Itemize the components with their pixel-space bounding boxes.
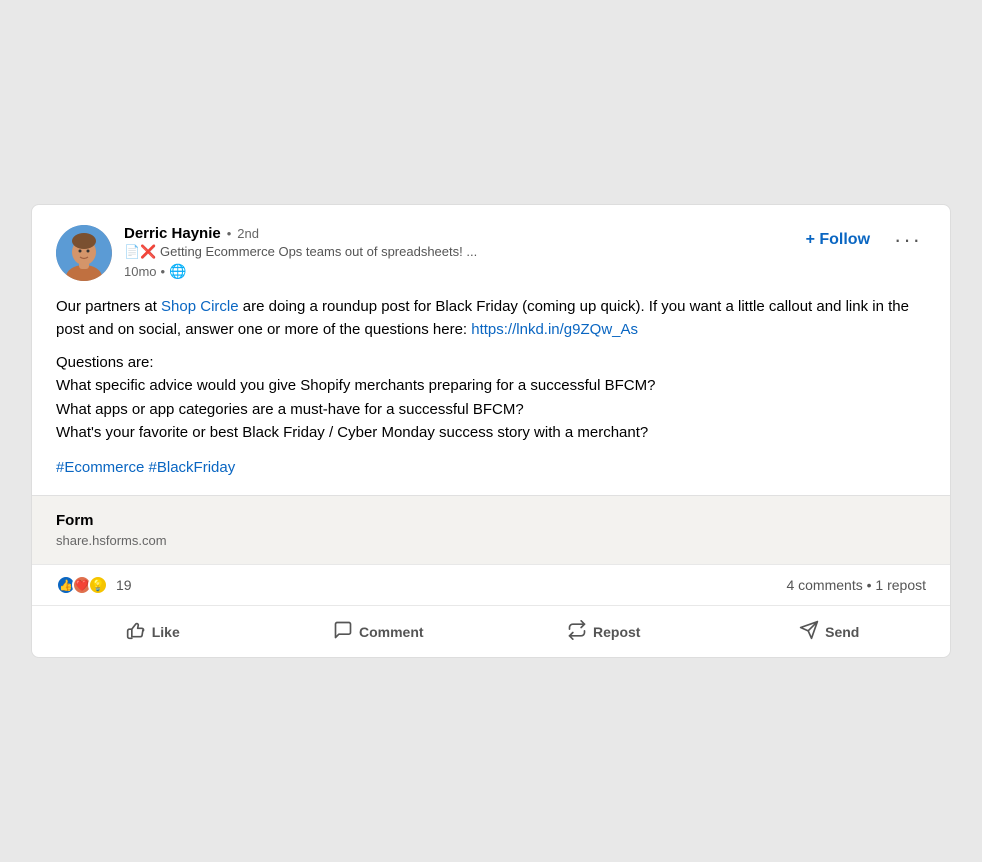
form-preview-section[interactable]: Form share.hsforms.com [32, 495, 950, 564]
reactions-right: 4 comments • 1 repost [786, 577, 926, 593]
connection-degree: 2nd [237, 226, 259, 241]
time-row: 10mo • 🌐 [124, 263, 477, 280]
avatar[interactable] [56, 225, 112, 281]
globe-icon: 🌐 [169, 263, 186, 280]
comment-icon [333, 620, 353, 643]
send-icon [799, 620, 819, 643]
like-button[interactable]: Like [40, 610, 266, 653]
form-preview-url: share.hsforms.com [56, 533, 926, 548]
reactions-left[interactable]: 👍 ❤️ 💡 19 [56, 575, 132, 595]
reaction-count: 19 [116, 577, 132, 593]
question-1: What specific advice would you give Shop… [56, 377, 655, 394]
reposts-count[interactable]: 1 repost [875, 577, 926, 593]
actions-row: Like Comment Repost [32, 605, 950, 657]
comment-label: Comment [359, 624, 424, 640]
repost-button[interactable]: Repost [491, 610, 717, 653]
repost-icon [567, 620, 587, 643]
hashtags[interactable]: #Ecommerce #BlackFriday [56, 456, 926, 479]
reaction-emoji-group: 👍 ❤️ 💡 [56, 575, 108, 595]
send-button[interactable]: Send [717, 610, 943, 653]
post-content-area: Derric Haynie • 2nd 📄❌ Getting Ecommerce… [32, 205, 950, 496]
reactions-row: 👍 ❤️ 💡 19 4 comments • 1 repost [32, 564, 950, 605]
post-body: Our partners at Shop Circle are doing a … [56, 295, 926, 480]
user-details: Derric Haynie • 2nd 📄❌ Getting Ecommerce… [124, 225, 477, 280]
follow-button[interactable]: + Follow [798, 227, 878, 253]
post-header: Derric Haynie • 2nd 📄❌ Getting Ecommerce… [56, 225, 926, 281]
user-info-section: Derric Haynie • 2nd 📄❌ Getting Ecommerce… [56, 225, 477, 281]
repost-label: Repost [593, 624, 640, 640]
user-name-row: Derric Haynie • 2nd [124, 225, 477, 242]
user-name[interactable]: Derric Haynie [124, 225, 221, 242]
like-icon [126, 620, 146, 643]
connection-badge: • [227, 226, 232, 241]
comment-button[interactable]: Comment [266, 610, 492, 653]
post-time: 10mo [124, 264, 157, 279]
form-preview-title: Form [56, 512, 926, 529]
reaction-emoji-3: 💡 [88, 575, 108, 595]
form-link[interactable]: https://lnkd.in/g9ZQw_As [471, 321, 638, 338]
user-headline: 📄❌ Getting Ecommerce Ops teams out of sp… [124, 244, 477, 260]
comments-count[interactable]: 4 comments [786, 577, 862, 593]
dot-separator: • [161, 264, 166, 279]
paragraph1-prefix: Our partners at [56, 298, 161, 315]
post-card: Derric Haynie • 2nd 📄❌ Getting Ecommerce… [31, 204, 951, 659]
post-questions-block: Questions are: What specific advice woul… [56, 351, 926, 444]
shop-circle-link[interactable]: Shop Circle [161, 298, 239, 315]
post-paragraph-1: Our partners at Shop Circle are doing a … [56, 295, 926, 342]
like-label: Like [152, 624, 180, 640]
more-options-button[interactable]: ··· [890, 225, 926, 255]
header-actions: + Follow ··· [798, 225, 926, 255]
question-3: What's your favorite or best Black Frida… [56, 424, 648, 441]
questions-intro: Questions are: [56, 354, 154, 371]
send-label: Send [825, 624, 859, 640]
question-2: What apps or app categories are a must-h… [56, 401, 524, 418]
